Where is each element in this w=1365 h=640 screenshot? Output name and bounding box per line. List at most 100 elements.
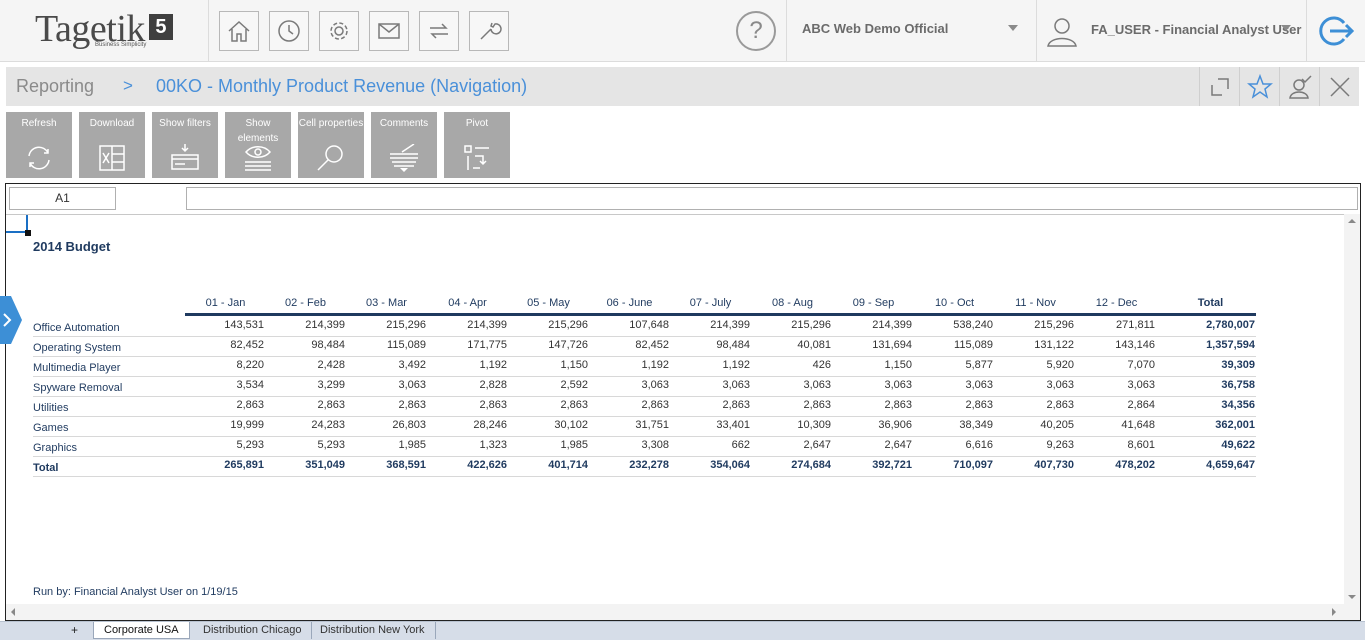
table-cell[interactable]: 2,863 [591,399,669,411]
table-cell[interactable]: 215,296 [753,319,831,331]
transfer-button[interactable] [419,11,459,51]
table-cell[interactable]: 143,146 [1077,339,1155,351]
total-row-label[interactable]: Total [33,462,58,474]
table-cell[interactable]: 2,863 [348,399,426,411]
sheet-grid[interactable]: 2014 Budget 01 - Jan 02 - Feb 03 - Mar 04 -… [6,214,1344,604]
table-cell[interactable]: 1,192 [429,359,507,371]
expand-button[interactable] [1199,67,1239,106]
table-cell[interactable]: 1,150 [510,359,588,371]
formula-bar[interactable] [186,187,1358,210]
table-cell[interactable]: 3,063 [591,379,669,391]
table-cell[interactable]: 36,758 [1177,379,1255,391]
table-cell[interactable]: 3,063 [834,379,912,391]
horizontal-scrollbar[interactable] [6,604,1360,620]
table-cell[interactable]: 5,920 [996,359,1074,371]
table-cell[interactable]: 82,452 [186,339,264,351]
table-cell[interactable]: 2,828 [429,379,507,391]
table-cell[interactable]: 4,659,647 [1177,459,1255,471]
assign-user-button[interactable] [1279,67,1319,106]
table-cell[interactable]: 392,721 [834,459,912,471]
table-cell[interactable]: 49,622 [1177,439,1255,451]
comments-button[interactable]: Comments [371,112,437,178]
history-button[interactable] [269,11,309,51]
table-cell[interactable]: 82,452 [591,339,669,351]
table-cell[interactable]: 215,296 [510,319,588,331]
table-cell[interactable]: 3,492 [348,359,426,371]
table-cell[interactable]: 8,601 [1077,439,1155,451]
vertical-scrollbar[interactable] [1344,214,1360,604]
user-menu[interactable]: FA_USER - Financial Analyst User [1091,22,1301,37]
table-cell[interactable]: 34,356 [1177,399,1255,411]
table-cell[interactable]: 98,484 [672,339,750,351]
table-cell[interactable]: 115,089 [348,339,426,351]
table-cell[interactable]: 19,999 [186,419,264,431]
close-button[interactable] [1319,67,1359,106]
sheet-tab[interactable]: Distribution Chicago [193,622,313,639]
table-cell[interactable]: 265,891 [186,459,264,471]
show-elements-button[interactable]: Show elements [225,112,291,178]
cell-reference-box[interactable]: A1 [9,187,116,210]
table-cell[interactable]: 3,299 [267,379,345,391]
table-cell[interactable]: 2,592 [510,379,588,391]
fill-handle[interactable] [25,230,31,236]
table-cell[interactable]: 7,070 [1077,359,1155,371]
table-cell[interactable]: 214,399 [429,319,507,331]
table-cell[interactable]: 2,863 [753,399,831,411]
table-cell[interactable]: 1,985 [510,439,588,451]
table-cell[interactable]: 6,616 [915,439,993,451]
chevron-down-icon[interactable] [1281,25,1291,31]
add-sheet-button[interactable]: + [71,623,78,637]
table-cell[interactable]: 41,648 [1077,419,1155,431]
download-button[interactable]: Download [79,112,145,178]
table-cell[interactable]: 2,864 [1077,399,1155,411]
table-cell[interactable]: 1,357,594 [1177,339,1255,351]
row-label[interactable]: Office Automation [33,322,120,334]
table-cell[interactable]: 30,102 [510,419,588,431]
row-label[interactable]: Games [33,422,68,434]
table-cell[interactable]: 2,863 [429,399,507,411]
favorite-button[interactable] [1239,67,1279,106]
table-cell[interactable]: 710,097 [915,459,993,471]
table-cell[interactable]: 3,308 [591,439,669,451]
sheet-tab[interactable]: Corporate USA [93,622,190,639]
table-cell[interactable]: 478,202 [1077,459,1155,471]
pivot-button[interactable]: Pivot [444,112,510,178]
table-cell[interactable]: 426 [753,359,831,371]
table-cell[interactable]: 131,694 [834,339,912,351]
table-cell[interactable]: 2,863 [915,399,993,411]
logout-icon[interactable] [1316,14,1356,48]
table-cell[interactable]: 5,293 [267,439,345,451]
table-cell[interactable]: 351,049 [267,459,345,471]
settings-button[interactable] [319,11,359,51]
row-label[interactable]: Operating System [33,342,121,354]
table-cell[interactable]: 214,399 [672,319,750,331]
table-cell[interactable]: 10,309 [753,419,831,431]
table-cell[interactable]: 171,775 [429,339,507,351]
table-cell[interactable]: 215,296 [348,319,426,331]
breadcrumb-root[interactable]: Reporting [16,76,94,97]
table-cell[interactable]: 36,906 [834,419,912,431]
table-cell[interactable]: 538,240 [915,319,993,331]
table-cell[interactable]: 2,863 [510,399,588,411]
sheet-tab[interactable]: Distribution New York [310,622,436,639]
table-cell[interactable]: 362,001 [1177,419,1255,431]
table-cell[interactable]: 131,122 [996,339,1074,351]
row-label[interactable]: Utilities [33,402,68,414]
table-cell[interactable]: 274,684 [753,459,831,471]
table-cell[interactable]: 40,081 [753,339,831,351]
cell-properties-button[interactable]: Cell properties [298,112,364,178]
table-cell[interactable]: 28,246 [429,419,507,431]
table-cell[interactable]: 368,591 [348,459,426,471]
help-button[interactable]: ? [736,11,776,51]
table-cell[interactable]: 2,863 [672,399,750,411]
table-cell[interactable]: 354,064 [672,459,750,471]
table-cell[interactable]: 1,192 [672,359,750,371]
refresh-button[interactable]: Refresh [6,112,72,178]
home-button[interactable] [219,11,259,51]
table-cell[interactable]: 2,863 [996,399,1074,411]
table-cell[interactable]: 215,296 [996,319,1074,331]
table-cell[interactable]: 3,063 [915,379,993,391]
table-cell[interactable]: 1,192 [591,359,669,371]
show-filters-button[interactable]: Show filters [152,112,218,178]
table-cell[interactable]: 26,803 [348,419,426,431]
